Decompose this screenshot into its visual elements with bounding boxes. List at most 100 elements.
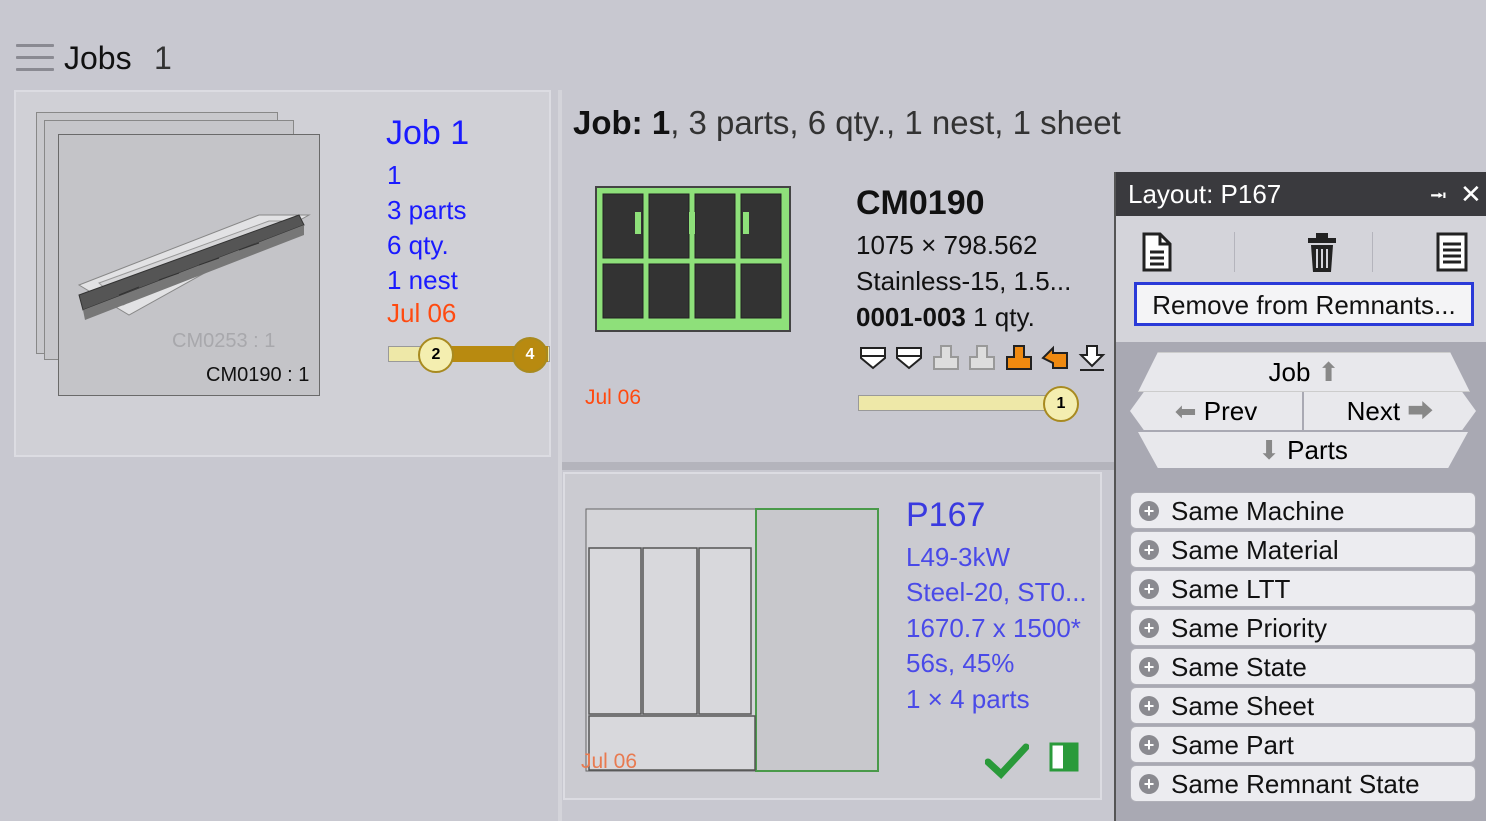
filter-label: Same Sheet: [1171, 691, 1315, 721]
filter-label: Same Machine: [1171, 496, 1345, 526]
arrow-left-icon: ⬅: [1174, 396, 1197, 426]
panel-divider: [558, 90, 562, 821]
job-id: 1: [387, 160, 402, 190]
toolbar-separator: [1372, 232, 1373, 272]
part-grid-preview: [602, 193, 782, 319]
filter-label: Same Priority: [1171, 613, 1328, 643]
job-date: Jul 06: [387, 298, 457, 328]
part-operations: [858, 343, 1109, 378]
checkmark-icon[interactable]: [985, 742, 1029, 780]
thumbnail-ghost-label: CM0253 : 1: [172, 330, 276, 352]
menu-icon[interactable]: [16, 44, 54, 74]
nest-date: Jul 06: [581, 750, 638, 773]
operation-4-icon: [969, 345, 996, 370]
layout-toolbar: Remove from Remnants...: [1116, 216, 1486, 342]
operation-1-icon: [860, 347, 886, 370]
plus-icon: +: [1139, 657, 1159, 677]
nav-next-label: Next: [1346, 396, 1401, 426]
operation-2-icon: [896, 347, 923, 370]
plus-icon: +: [1139, 618, 1159, 638]
operation-6-icon: [1041, 345, 1069, 369]
nest-time-util: 56s, 45%: [906, 648, 1015, 678]
job-summary: Job: 1, 3 parts, 6 qty., 1 nest, 1 sheet: [573, 104, 1121, 142]
nest-machine: L49-3kW: [906, 542, 1011, 572]
plus-icon: +: [1139, 540, 1159, 560]
filter-label: Same Material: [1171, 535, 1339, 565]
jobs-count: 1: [154, 40, 172, 76]
document-icon[interactable]: [1136, 230, 1176, 274]
job-qty: 6 qty.: [387, 230, 449, 260]
part-3d-preview: [77, 214, 311, 320]
job-name-link[interactable]: Job 1: [386, 114, 469, 153]
nav-next-button[interactable]: Next ⮕: [1304, 392, 1476, 430]
nest-name[interactable]: P167: [906, 496, 985, 535]
nest-parts-count: 1 × 4 parts: [906, 684, 1030, 714]
part-qty: 1 qty.: [973, 302, 1035, 332]
filter-label: Same LTT: [1171, 574, 1291, 604]
remnant-toggle-icon[interactable]: [1049, 742, 1079, 772]
part-dimensions: 1075 × 798.562: [856, 230, 1038, 260]
plus-icon: +: [1139, 735, 1159, 755]
filter-same-ltt[interactable]: + Same LTT: [1130, 570, 1476, 607]
part-name[interactable]: CM0190: [856, 184, 985, 223]
part-code: 0001-003: [856, 302, 966, 332]
filter-label: Same Part: [1171, 730, 1294, 760]
pin-icon[interactable]: ⭲: [1430, 174, 1447, 218]
plus-icon: +: [1139, 579, 1159, 599]
filter-same-machine[interactable]: + Same Machine: [1130, 492, 1476, 529]
plus-icon: +: [1139, 696, 1159, 716]
filter-same-remnant-state[interactable]: + Same Remnant State: [1130, 765, 1476, 802]
layout-panel-title: Layout: P167 ⭲ ✕: [1116, 172, 1486, 216]
part-progress-track: [858, 395, 1060, 411]
job-thumbnail: [58, 134, 320, 396]
arrow-right-icon: ⮕: [1407, 396, 1434, 426]
job-summary-details: , 3 parts, 6 qty., 1 nest, 1 sheet: [670, 104, 1121, 141]
nav-prev-label: Prev: [1203, 396, 1258, 426]
plus-icon: +: [1139, 774, 1159, 794]
trash-icon[interactable]: [1302, 230, 1342, 274]
operation-7-icon: [1078, 345, 1106, 371]
thumbnail-label: CM0190 : 1: [206, 364, 310, 386]
job-nests: 1 nest: [387, 265, 458, 295]
layout-panel: Layout: P167 ⭲ ✕ Remove from Remnants...…: [1114, 172, 1486, 821]
arrow-up-icon: ⬆: [1317, 357, 1340, 387]
job-parts: 3 parts: [387, 195, 467, 225]
nest-layout-preview: [585, 508, 879, 772]
part-code-line: 0001-003 1 qty.: [856, 302, 1035, 333]
nest-material: Steel-20, ST0...: [906, 577, 1087, 607]
nav-job-label: Job: [1268, 357, 1311, 387]
job-summary-prefix: Job: 1: [573, 104, 671, 141]
progress-knob-left: 2: [418, 337, 454, 373]
progress-knob-right: 4: [512, 337, 548, 373]
page-title: Jobs: [64, 40, 132, 76]
nav-prev-button[interactable]: ⬅ Prev: [1130, 392, 1302, 430]
filter-same-sheet[interactable]: + Same Sheet: [1130, 687, 1476, 724]
nest-sheet-size: 1670.7 x 1500*: [906, 613, 1081, 643]
layout-title-label: Layout:: [1128, 179, 1214, 209]
nav-parts-label: Parts: [1287, 435, 1348, 465]
part-thumbnail[interactable]: [595, 186, 791, 332]
part-progress-knob: 1: [1043, 386, 1079, 422]
filter-same-priority[interactable]: + Same Priority: [1130, 609, 1476, 646]
job-card[interactable]: CM0253 : 1 CM0190 : 1 Job 1 1 3 parts 6 …: [14, 90, 551, 457]
filter-label: Same State: [1171, 652, 1307, 682]
nav-job-button[interactable]: Job ⬆: [1138, 352, 1470, 392]
layout-title-value: P167: [1220, 179, 1282, 209]
operation-5-icon: [1005, 345, 1032, 370]
filter-same-state[interactable]: + Same State: [1130, 648, 1476, 685]
filter-label: Same Remnant State: [1171, 769, 1420, 799]
remove-from-remnants-button[interactable]: Remove from Remnants...: [1134, 282, 1474, 326]
part-material: Stainless-15, 1.5...: [856, 266, 1072, 296]
part-date: Jul 06: [585, 386, 642, 409]
report-icon[interactable]: [1432, 230, 1472, 274]
filter-same-material[interactable]: + Same Material: [1130, 531, 1476, 568]
section-separator: [562, 462, 1114, 470]
arrow-down-icon: ⬇: [1258, 435, 1280, 465]
toolbar-separator: [1234, 232, 1235, 272]
close-icon[interactable]: ✕: [1460, 172, 1482, 216]
operation-3-icon: [932, 345, 959, 370]
plus-icon: +: [1139, 501, 1159, 521]
filter-same-part[interactable]: + Same Part: [1130, 726, 1476, 763]
nav-parts-button[interactable]: ⬇ Parts: [1138, 432, 1468, 468]
filter-list: + Same Machine + Same Material + Same LTT +…: [1130, 492, 1476, 804]
